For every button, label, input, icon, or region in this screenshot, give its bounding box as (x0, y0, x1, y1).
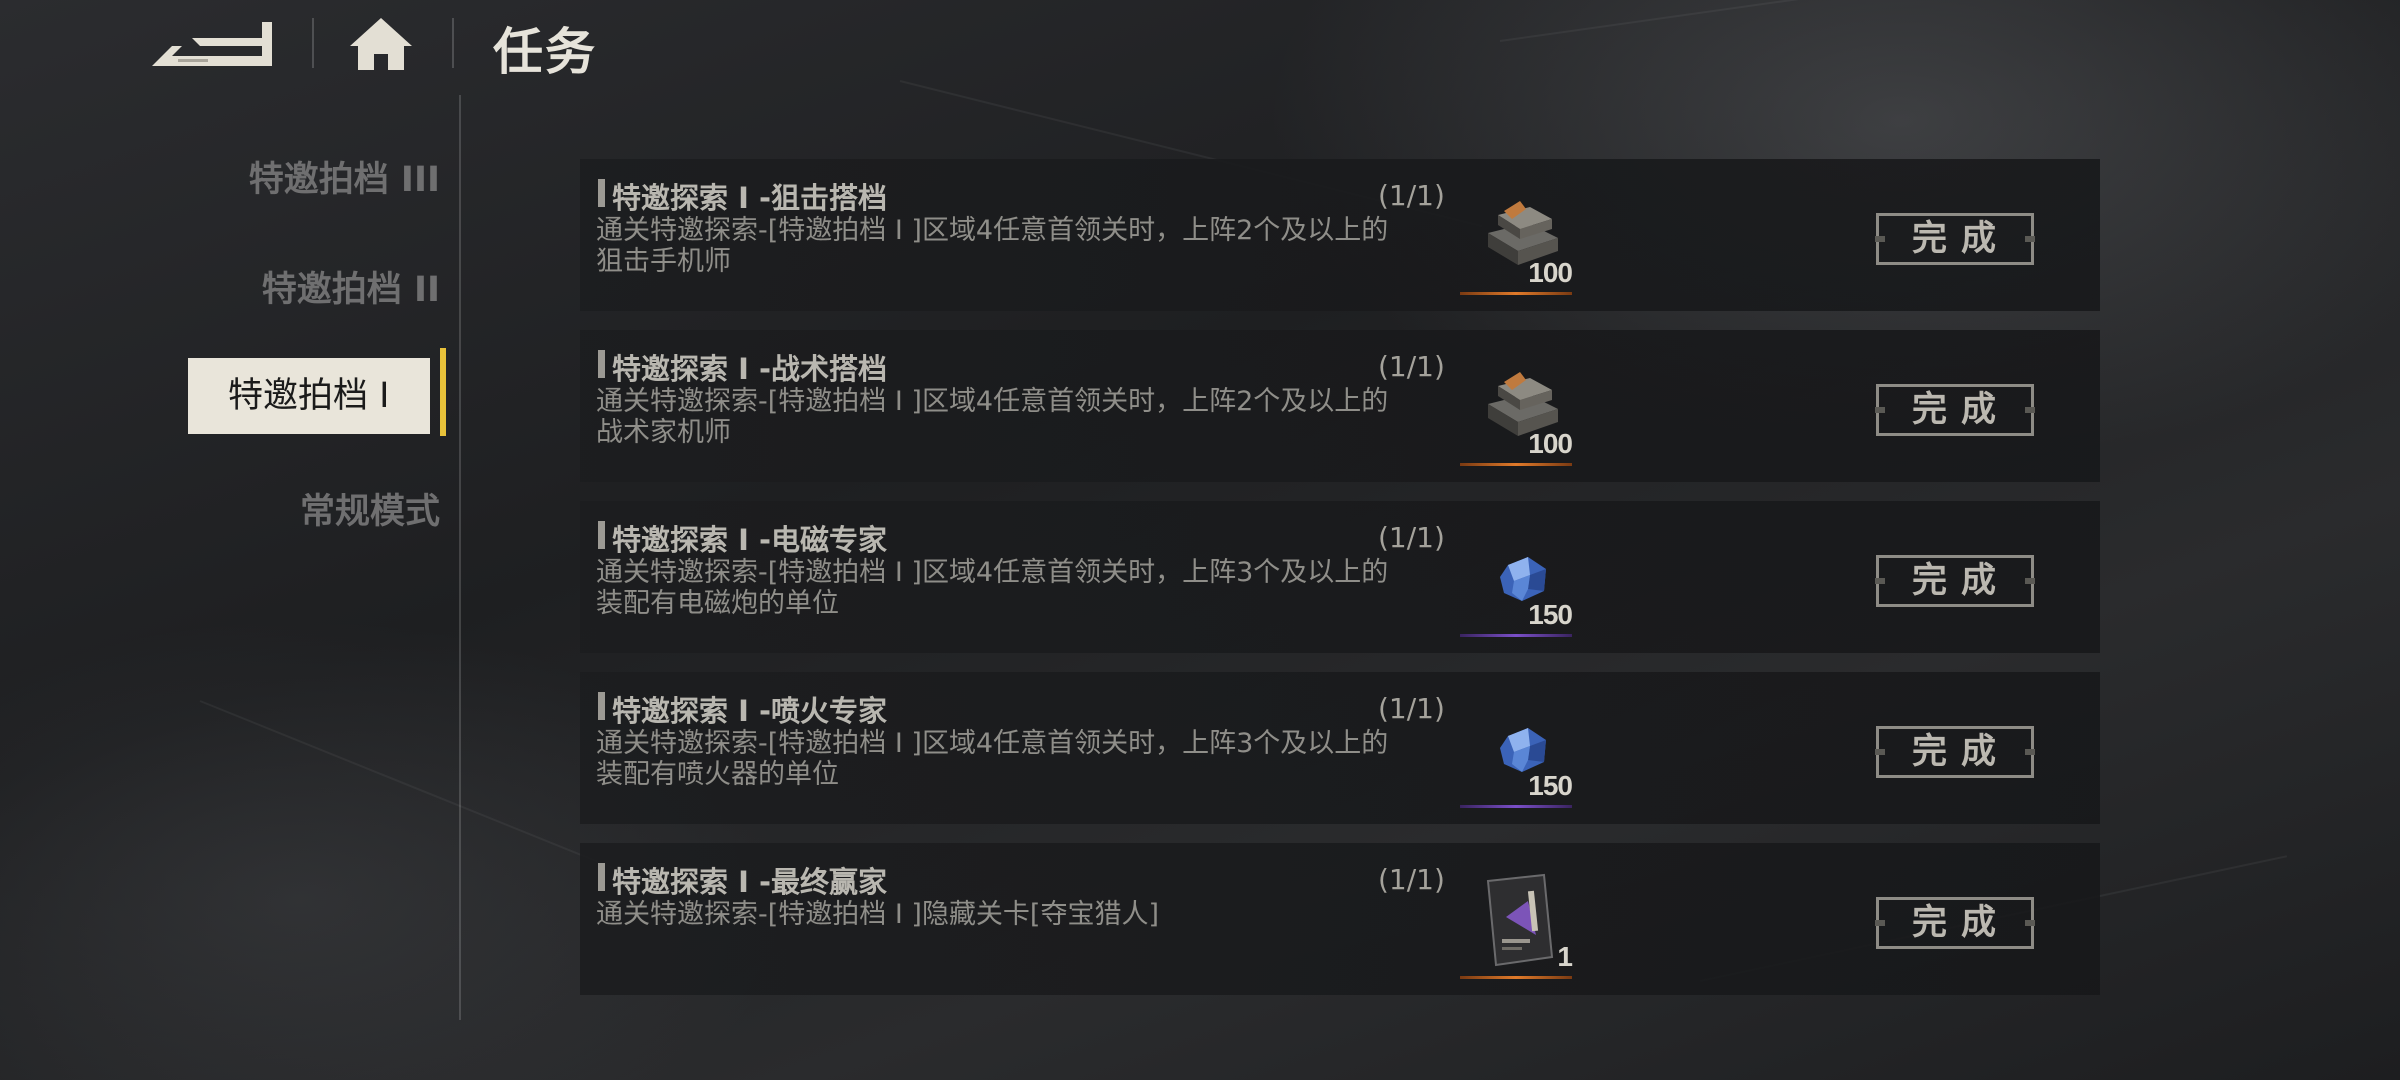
task-description-line: 通关特邀探索-[特邀拍档 I ]区域4任意首领关时，上阵3个及以上的 (596, 728, 1389, 759)
task-title: 特邀探索 I -最终赢家 (598, 859, 887, 901)
reward-rarity-bar (1460, 805, 1572, 808)
task-row: 特邀探索 I -战术搭档 (1/1) 通关特邀探索-[特邀拍档 I ]区域4任意… (580, 330, 2100, 482)
task-row: 特邀探索 I -电磁专家 (1/1) 通关特邀探索-[特邀拍档 I ]区域4任意… (580, 501, 2100, 653)
reward-item[interactable]: 100 (1460, 348, 1578, 470)
reward-count: 100 (1528, 257, 1573, 288)
task-description-line: 装配有电磁炮的单位 (596, 588, 839, 619)
task-title: 特邀探索 I -战术搭档 (598, 346, 887, 388)
task-description-line: 通关特邀探索-[特邀拍档 I ]区域4任意首领关时，上阵3个及以上的 (596, 557, 1389, 588)
task-description-line: 通关特邀探索-[特邀拍档 I ]隐藏关卡[夺宝猎人] (596, 899, 1160, 930)
task-description-line: 通关特邀探索-[特邀拍档 I ]区域4任意首领关时，上阵2个及以上的 (596, 215, 1389, 246)
complete-button[interactable]: 完成 (1875, 897, 2035, 949)
reward-count: 100 (1528, 428, 1573, 459)
complete-button[interactable]: 完成 (1875, 213, 2035, 265)
task-description-line: 装配有喷火器的单位 (596, 759, 839, 790)
reward-item[interactable]: 150 (1460, 519, 1578, 641)
task-progress: (1/1) (1378, 692, 1445, 725)
header-divider (452, 18, 454, 68)
task-row: 特邀探索 I -最终赢家 (1/1) 通关特邀探索-[特邀拍档 I ]隐藏关卡[… (580, 843, 2100, 995)
sidebar-item-partner-3[interactable]: 特邀拍档 III (190, 142, 440, 218)
task-screen: 任务 特邀拍档 III 特邀拍档 II 特邀拍档 I 常规模式 特邀探索 I -… (0, 0, 2400, 1080)
sidebar-item-normal-mode[interactable]: 常规模式 (190, 474, 440, 550)
reward-count: 1 (1557, 941, 1573, 972)
task-description: 通关特邀探索-[特邀拍档 I ]区域4任意首领关时，上阵3个及以上的 装配有喷火… (596, 728, 1436, 790)
card-pack-icon (1486, 873, 1554, 967)
task-progress: (1/1) (1378, 350, 1445, 383)
task-row: 特邀探索 I -喷火专家 (1/1) 通关特邀探索-[特邀拍档 I ]区域4任意… (580, 672, 2100, 824)
reward-rarity-bar (1460, 976, 1572, 979)
task-description-line: 通关特邀探索-[特邀拍档 I ]区域4任意首领关时，上阵2个及以上的 (596, 386, 1389, 417)
task-description-line: 战术家机师 (596, 417, 731, 448)
reward-count: 150 (1528, 599, 1573, 630)
task-description: 通关特邀探索-[特邀拍档 I ]区域4任意首领关时，上阵2个及以上的 狙击手机师 (596, 215, 1436, 277)
task-progress: (1/1) (1378, 179, 1445, 212)
back-arrow-icon (152, 22, 272, 66)
reward-rarity-bar (1460, 292, 1572, 295)
task-title: 特邀探索 I -电磁专家 (598, 517, 887, 559)
task-description: 通关特邀探索-[特邀拍档 I ]区域4任意首领关时，上阵2个及以上的 战术家机师 (596, 386, 1436, 448)
task-description: 通关特邀探索-[特邀拍档 I ]区域4任意首领关时，上阵3个及以上的 装配有电磁… (596, 557, 1436, 619)
task-title: 特邀探索 I -喷火专家 (598, 688, 887, 730)
reward-count: 150 (1528, 770, 1573, 801)
complete-button[interactable]: 完成 (1875, 555, 2035, 607)
complete-button[interactable]: 完成 (1875, 384, 2035, 436)
back-button[interactable] (148, 16, 276, 72)
sidebar-item-partner-1[interactable]: 特邀拍档 I (188, 358, 430, 434)
reward-item[interactable]: 150 (1460, 690, 1578, 812)
sidebar-divider (459, 95, 461, 1020)
task-progress: (1/1) (1378, 863, 1445, 896)
header-divider (312, 18, 314, 68)
top-bar: 任务 (0, 0, 2400, 100)
reward-rarity-bar (1460, 463, 1572, 466)
task-title: 特邀探索 I -狙击搭档 (598, 175, 887, 217)
task-row: 特邀探索 I -狙击搭档 (1/1) 通关特邀探索-[特邀拍档 I ]区域4任意… (580, 159, 2100, 311)
task-description: 通关特邀探索-[特邀拍档 I ]隐藏关卡[夺宝猎人] (596, 899, 1436, 930)
home-button[interactable] (348, 14, 414, 74)
reward-rarity-bar (1460, 634, 1572, 637)
task-description-line: 狙击手机师 (596, 246, 731, 277)
sidebar-active-indicator (440, 348, 446, 436)
task-progress: (1/1) (1378, 521, 1445, 554)
sidebar-item-partner-2[interactable]: 特邀拍档 II (190, 252, 440, 328)
reward-item[interactable]: 100 (1460, 177, 1578, 299)
home-icon (350, 18, 412, 70)
complete-button[interactable]: 完成 (1875, 726, 2035, 778)
page-title: 任务 (493, 23, 597, 81)
reward-item[interactable]: 1 (1460, 861, 1578, 983)
